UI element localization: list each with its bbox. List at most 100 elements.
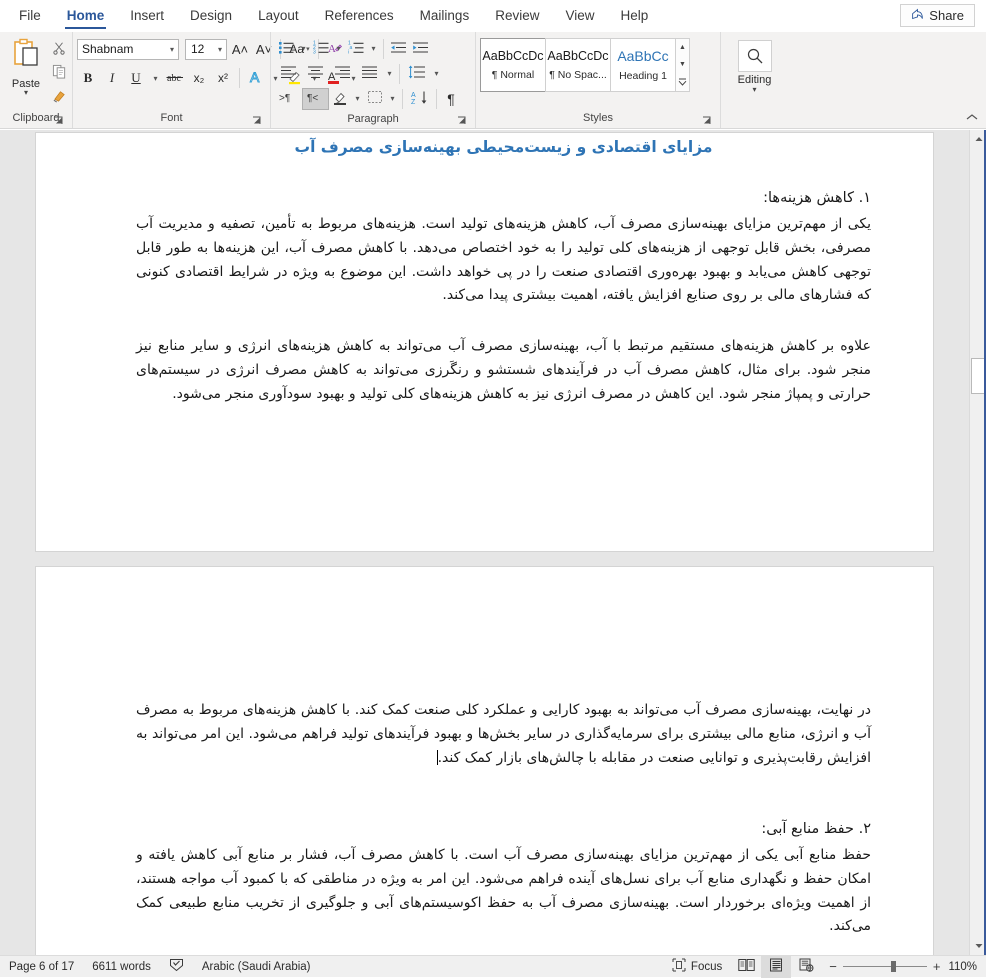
line-spacing-icon [408, 65, 426, 82]
copy-icon [52, 64, 67, 84]
shading-button[interactable] [329, 88, 351, 110]
superscript-button[interactable]: x² [212, 67, 234, 89]
shading-chevron-down-icon[interactable]: ▾ [351, 88, 364, 110]
paragraph-dialog-launcher-icon[interactable] [457, 116, 467, 126]
focus-mode-button[interactable]: Focus [663, 958, 731, 975]
cut-button[interactable] [48, 40, 70, 60]
format-painter-button[interactable] [48, 88, 70, 108]
justify-chevron-down-icon[interactable]: ▾ [383, 63, 396, 85]
style-heading-1[interactable]: AaBbCс Heading 1 [610, 38, 676, 92]
text-effects-button[interactable]: A [245, 67, 267, 89]
sort-button[interactable]: AZ [406, 88, 433, 110]
numbering-button[interactable]: 123 [310, 38, 332, 60]
tab-review[interactable]: Review [482, 0, 552, 31]
underline-chevron-down-icon[interactable]: ▾ [149, 67, 162, 89]
line-spacing-button[interactable] [403, 63, 430, 85]
grow-font-button[interactable]: A˄ [229, 38, 251, 60]
justify-button[interactable] [356, 63, 383, 85]
tab-view-label: View [565, 8, 594, 23]
zoom-out-button[interactable]: − [829, 959, 837, 974]
line-spacing-chevron-down-icon[interactable]: ▾ [430, 63, 443, 85]
tab-layout[interactable]: Layout [245, 0, 312, 31]
underline-button[interactable]: U [125, 67, 147, 89]
paragraph-group-label-text: Paragraph [347, 113, 398, 125]
tab-file[interactable]: File [6, 0, 54, 31]
zoom-thumb[interactable] [891, 961, 896, 972]
borders-chevron-down-icon[interactable]: ▾ [386, 88, 399, 110]
document-page-1[interactable]: مزایای اقتصادی و زیست‌محیطی بهینه‌سازی م… [35, 132, 934, 552]
multilevel-list-button[interactable]: 1ai [345, 38, 367, 60]
font-size-chevron-down-icon[interactable]: ▾ [218, 45, 222, 54]
language-indicator[interactable]: Arabic (Saudi Arabia) [193, 961, 320, 973]
read-mode-button[interactable] [731, 956, 761, 978]
increase-indent-button[interactable] [409, 38, 431, 60]
font-separator-3 [239, 68, 240, 88]
print-layout-button[interactable] [761, 956, 791, 978]
borders-button[interactable] [364, 88, 386, 110]
page-indicator[interactable]: Page 6 of 17 [0, 961, 83, 973]
focus-mode-label: Focus [691, 961, 722, 973]
styles-more-icon[interactable] [676, 74, 689, 91]
font-name-chevron-down-icon[interactable]: ▾ [170, 45, 174, 54]
align-center-button[interactable] [302, 63, 329, 85]
style-no-spacing[interactable]: AaBbCcDc ¶ No Spac... [545, 38, 611, 92]
multilevel-list-icon: 1ai [348, 40, 365, 58]
zoom-level-label[interactable]: 110% [948, 961, 986, 973]
subscript-button[interactable]: x₂ [188, 67, 210, 89]
scroll-down-button[interactable] [971, 938, 986, 954]
numbering-chevron-down-icon[interactable]: ▾ [332, 38, 345, 60]
strikethrough-button[interactable]: abc [164, 67, 186, 89]
paste-dropdown-chevron-icon[interactable]: ▾ [24, 90, 28, 96]
multilevel-chevron-down-icon[interactable]: ▾ [367, 38, 380, 60]
copy-button[interactable] [48, 64, 70, 84]
styles-dialog-launcher-icon[interactable] [702, 116, 712, 126]
decrease-indent-icon [390, 40, 407, 58]
vertical-scrollbar[interactable] [969, 130, 986, 955]
tab-mailings[interactable]: Mailings [407, 0, 483, 31]
rtl-text-direction-button[interactable]: ¶< [302, 88, 329, 110]
tab-insert[interactable]: Insert [117, 0, 177, 31]
clipboard-dialog-launcher-icon[interactable] [54, 116, 64, 126]
editing-chevron-down-icon[interactable]: ▾ [752, 86, 756, 93]
doc-paragraph-3: در نهایت، بهینه‌سازی مصرف آب می‌تواند به… [136, 699, 871, 770]
document-page-2[interactable]: در نهایت، بهینه‌سازی مصرف آب می‌تواند به… [35, 566, 934, 955]
font-size-input[interactable]: 12 ▾ [185, 39, 227, 60]
web-layout-button[interactable] [791, 956, 821, 978]
style-normal[interactable]: AaBbCcDc ¶ Normal [480, 38, 546, 92]
tab-home[interactable]: Home [54, 0, 118, 31]
scrollbar-thumb[interactable] [971, 358, 986, 394]
show-formatting-marks-button[interactable]: ¶ [440, 88, 462, 110]
collapse-ribbon-button[interactable] [966, 113, 978, 125]
styles-scroll-up-icon[interactable]: ▲ [676, 39, 689, 56]
tab-design[interactable]: Design [177, 0, 245, 31]
editing-button[interactable]: Editing ▾ [725, 36, 785, 93]
italic-label: I [110, 70, 114, 86]
word-count[interactable]: 6611 words [83, 961, 160, 973]
bullets-chevron-down-icon[interactable]: ▾ [297, 38, 310, 60]
align-right-button[interactable] [329, 63, 356, 85]
increase-indent-icon [412, 40, 429, 58]
font-name-input[interactable]: Shabnam ▾ [77, 39, 179, 60]
tab-view[interactable]: View [552, 0, 607, 31]
zoom-track[interactable] [843, 966, 927, 967]
share-button[interactable]: Share [900, 4, 975, 27]
document-canvas[interactable]: مزایای اقتصادی و زیست‌محیطی بهینه‌سازی م… [0, 130, 986, 955]
align-left-button[interactable] [275, 63, 302, 85]
decrease-indent-button[interactable] [387, 38, 409, 60]
paste-button[interactable]: Paste ▾ [4, 36, 48, 96]
scroll-up-button[interactable] [971, 131, 986, 147]
tab-help[interactable]: Help [608, 0, 662, 31]
bold-button[interactable]: B [77, 67, 99, 89]
status-bar: Page 6 of 17 6611 words Arabic (Saudi Ar… [0, 955, 986, 977]
focus-mode-icon [672, 958, 686, 975]
zoom-slider[interactable]: − + [821, 959, 948, 974]
italic-button[interactable]: I [101, 67, 123, 89]
ltr-text-direction-button[interactable]: >¶ [275, 88, 302, 110]
font-dialog-launcher-icon[interactable] [252, 116, 262, 126]
bullets-button[interactable] [275, 38, 297, 60]
zoom-in-button[interactable]: + [933, 959, 941, 974]
ribbon-group-styles: AaBbCcDc ¶ Normal AaBbCcDc ¶ No Spac... … [475, 32, 720, 128]
tab-references[interactable]: References [312, 0, 407, 31]
styles-scroll-down-icon[interactable]: ▼ [676, 56, 689, 73]
proofing-status[interactable] [160, 958, 193, 975]
